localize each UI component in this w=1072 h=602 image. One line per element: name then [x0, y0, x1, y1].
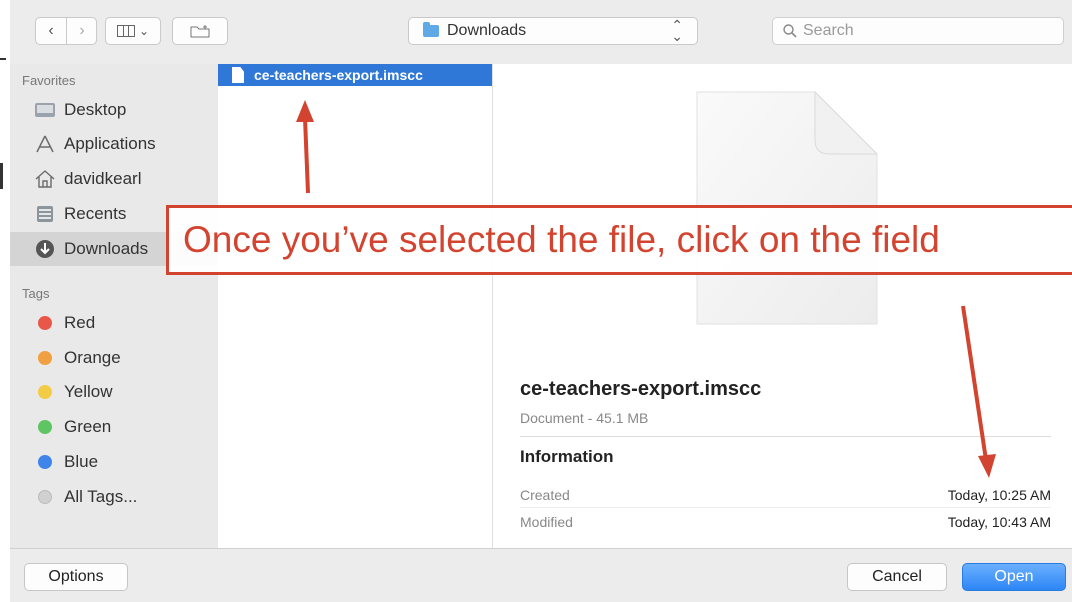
arrow-to-created-date	[961, 305, 996, 478]
instruction-text: Once you’ve selected the file, click on …	[183, 219, 940, 260]
instruction-callout: Once you’ve selected the file, click on …	[166, 205, 1072, 275]
arrow-to-file	[296, 100, 314, 194]
annotation-arrows	[296, 100, 996, 478]
